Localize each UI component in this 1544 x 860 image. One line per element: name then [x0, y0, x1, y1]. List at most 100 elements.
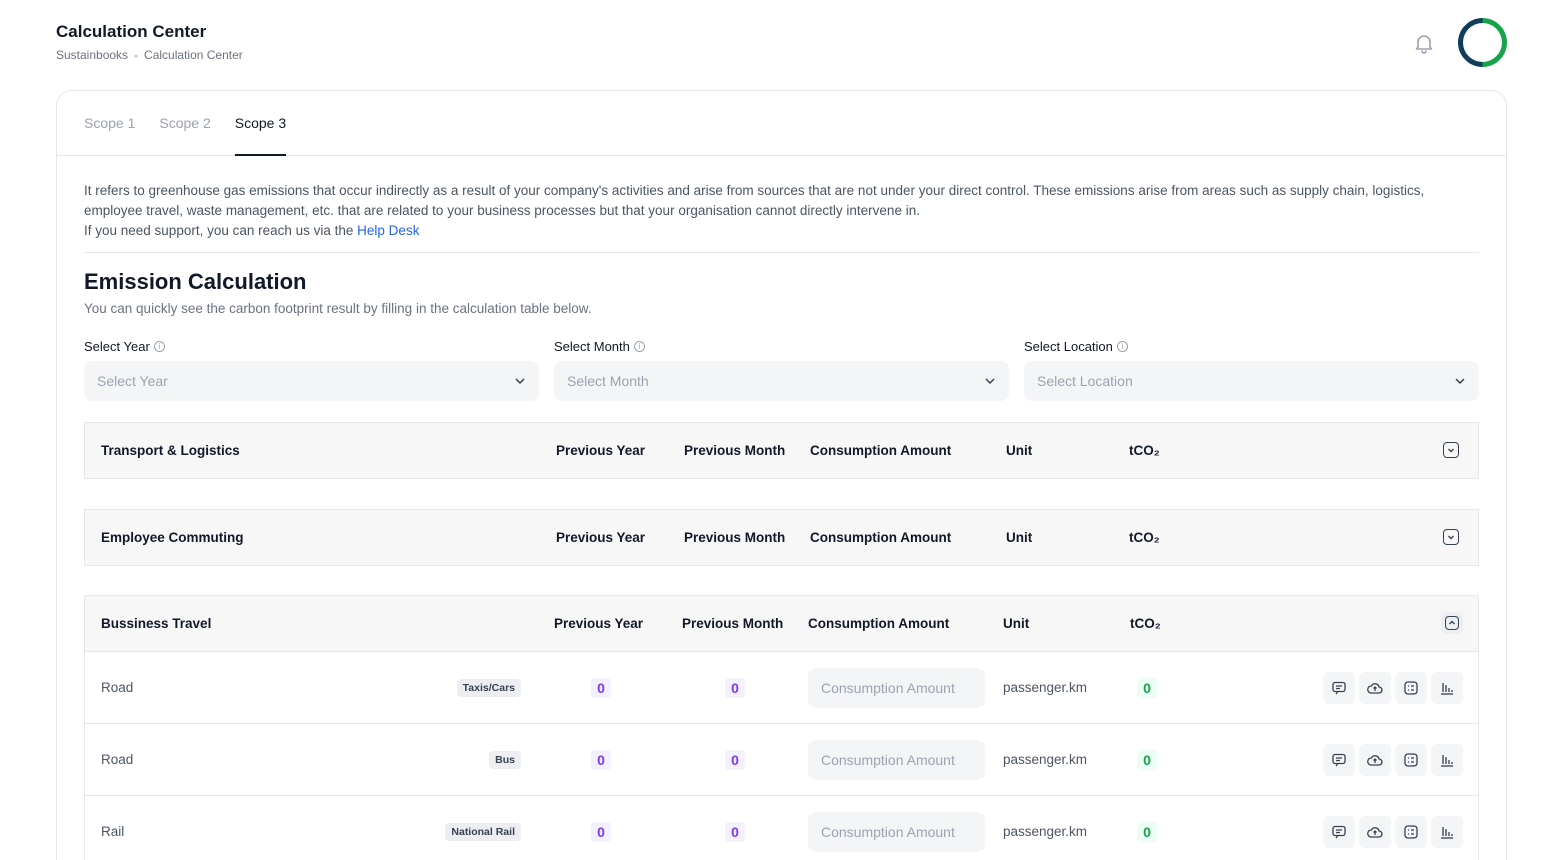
tco2-value: 0 — [1137, 821, 1157, 842]
chart-icon — [1441, 682, 1453, 695]
group-business-travel: Bussiness Travel Previous Year Previous … — [84, 595, 1479, 860]
table-row: Rail National Rail 0 0 passenger.km 0 — [85, 795, 1478, 860]
chevron-down-icon — [515, 378, 525, 385]
chart-button[interactable] — [1431, 743, 1463, 776]
year-select[interactable]: Select Year — [84, 361, 539, 401]
avatar[interactable] — [1447, 7, 1518, 78]
location-filter: Select Location i Select Location — [1024, 337, 1479, 401]
row-type-tag: Taxis/Cars — [456, 678, 521, 697]
breadcrumb: Sustainbooks - Calculation Center — [56, 48, 243, 62]
info-icon[interactable]: i — [153, 340, 165, 352]
col-previous-year: Previous Year — [556, 443, 646, 458]
year-label-text: Select Year — [84, 338, 150, 354]
group-title: Transport & Logistics — [101, 443, 240, 458]
month-filter: Select Month i Select Month — [554, 337, 1009, 401]
group-title: Bussiness Travel — [101, 616, 212, 631]
col-previous-month: Previous Month — [684, 443, 786, 458]
month-select[interactable]: Select Month — [554, 361, 1009, 401]
section-title: Emission Calculation — [84, 269, 307, 294]
location-select[interactable]: Select Location — [1024, 361, 1479, 401]
tco2-value: 0 — [1137, 749, 1157, 770]
upload-button[interactable] — [1359, 743, 1391, 776]
group-header[interactable]: Transport & Logistics Previous Year Prev… — [85, 423, 1478, 478]
col-previous-year: Previous Year — [556, 530, 646, 545]
calculation-card: Scope 1 Scope 2 Scope 3 It refers to gre… — [56, 90, 1507, 860]
row-actions — [1323, 815, 1463, 848]
location-placeholder: Select Location — [1037, 373, 1133, 389]
col-previous-month: Previous Month — [682, 616, 784, 631]
chevron-down-icon — [985, 378, 995, 385]
checklist-button[interactable] — [1395, 671, 1427, 704]
table-row: Road Bus 0 0 passenger.km 0 — [85, 723, 1478, 795]
group-title: Employee Commuting — [101, 530, 244, 545]
checklist-icon — [1404, 680, 1418, 695]
consumption-amount-input[interactable] — [808, 739, 985, 780]
info-icon[interactable]: i — [1116, 340, 1128, 352]
chevron-down-icon — [1448, 535, 1454, 540]
description-text: It refers to greenhouse gas emissions th… — [84, 183, 1425, 218]
scope-description: It refers to greenhouse gas emissions th… — [84, 181, 1479, 241]
year-placeholder: Select Year — [97, 373, 168, 389]
col-consumption-amount: Consumption Amount — [808, 616, 950, 631]
support-prefix: If you need support, you can reach us vi… — [84, 223, 358, 238]
page-title: Calculation Center — [56, 22, 207, 41]
upload-button[interactable] — [1359, 815, 1391, 848]
consumption-amount-input[interactable] — [808, 667, 985, 708]
bell-icon[interactable] — [1412, 31, 1436, 55]
col-unit: Unit — [1003, 616, 1030, 631]
year-label: Select Year i — [84, 337, 539, 355]
row-type-tag: National Rail — [445, 822, 521, 841]
unit-value: passenger.km — [1003, 680, 1088, 695]
checklist-button[interactable] — [1395, 815, 1427, 848]
col-unit: Unit — [1006, 443, 1033, 458]
comment-button[interactable] — [1323, 743, 1355, 776]
comment-icon — [1332, 825, 1346, 838]
chart-button[interactable] — [1431, 815, 1463, 848]
breadcrumb-item-home[interactable]: Sustainbooks — [56, 48, 128, 62]
month-label: Select Month i — [554, 337, 1009, 355]
expand-toggle[interactable] — [1443, 442, 1459, 458]
table-row: Road Taxis/Cars 0 0 passenger.km 0 — [85, 651, 1478, 723]
checklist-button[interactable] — [1395, 743, 1427, 776]
tab-scope-2[interactable]: Scope 2 — [159, 91, 210, 155]
group-header[interactable]: Employee Commuting Previous Year Previou… — [85, 510, 1478, 565]
col-tco2: tCO₂ — [1129, 443, 1160, 458]
col-tco2: tCO₂ — [1130, 616, 1161, 631]
previous-year-value: 0 — [591, 749, 611, 770]
section-subtitle: You can quickly see the carbon footprint… — [84, 301, 592, 316]
upload-icon — [1367, 682, 1383, 694]
row-category: Road — [101, 752, 134, 767]
previous-year-value: 0 — [591, 821, 611, 842]
comment-icon — [1332, 681, 1346, 694]
tab-scope-1[interactable]: Scope 1 — [84, 91, 135, 155]
previous-month-value: 0 — [725, 749, 745, 770]
row-category: Rail — [101, 824, 125, 839]
upload-button[interactable] — [1359, 671, 1391, 704]
comment-button[interactable] — [1323, 671, 1355, 704]
upload-icon — [1367, 754, 1383, 766]
unit-value: passenger.km — [1003, 824, 1088, 839]
previous-month-value: 0 — [725, 821, 745, 842]
info-icon[interactable]: i — [633, 340, 645, 352]
page-header: Calculation Center Sustainbooks - Calcul… — [56, 22, 243, 62]
support-line: If you need support, you can reach us vi… — [84, 221, 1479, 241]
breadcrumb-separator: - — [134, 48, 139, 62]
expand-toggle[interactable] — [1443, 529, 1459, 545]
row-actions — [1323, 743, 1463, 776]
consumption-amount-input[interactable] — [808, 811, 985, 852]
col-unit: Unit — [1006, 530, 1033, 545]
chart-button[interactable] — [1431, 671, 1463, 704]
chevron-down-icon — [1448, 448, 1454, 453]
collapse-toggle[interactable] — [1441, 612, 1463, 634]
group-header[interactable]: Bussiness Travel Previous Year Previous … — [85, 596, 1478, 651]
col-consumption-amount: Consumption Amount — [810, 530, 952, 545]
help-desk-link[interactable]: Help Desk — [357, 223, 419, 238]
year-filter: Select Year i Select Year — [84, 337, 539, 401]
location-label-text: Select Location — [1024, 338, 1113, 354]
tab-scope-3[interactable]: Scope 3 — [234, 91, 287, 156]
chart-icon — [1441, 826, 1453, 839]
previous-month-value: 0 — [725, 677, 745, 698]
group-employee-commuting: Employee Commuting Previous Year Previou… — [84, 509, 1479, 566]
comment-button[interactable] — [1323, 815, 1355, 848]
group-transport-logistics: Transport & Logistics Previous Year Prev… — [84, 422, 1479, 479]
